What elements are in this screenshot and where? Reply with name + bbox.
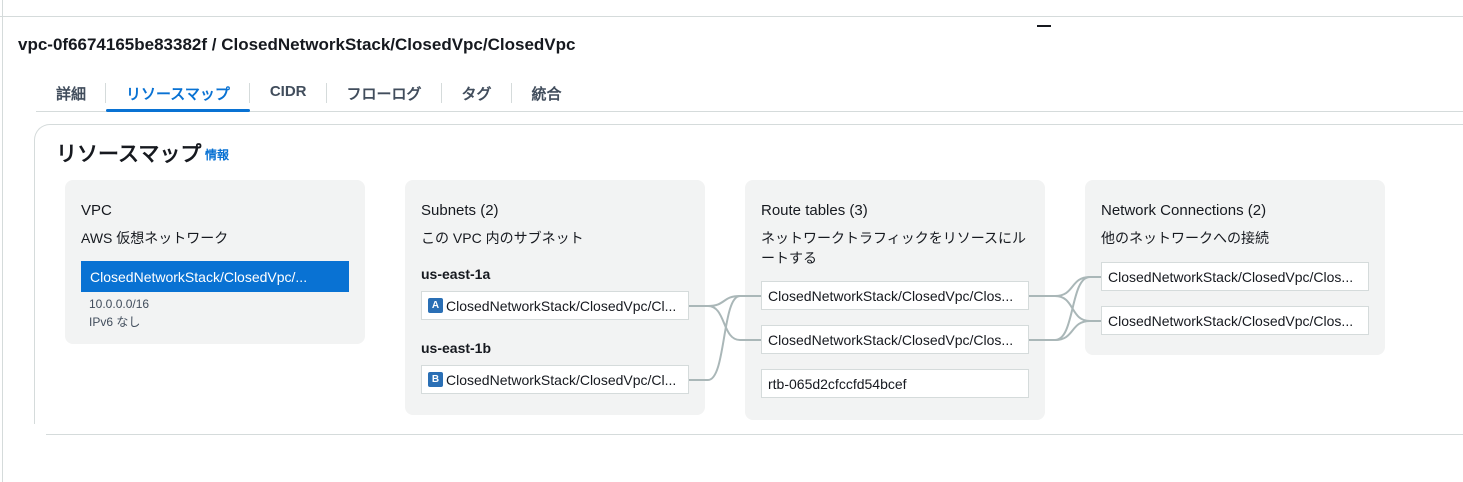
tab-cidr[interactable]: CIDR (250, 78, 327, 111)
vpc-cidr: 10.0.0.0/16 (89, 297, 150, 311)
subnet-item[interactable]: B ClosedNetworkStack/ClosedVpc/Cl... (421, 365, 689, 394)
network-connection-item-label: ClosedNetworkStack/ClosedVpc/Clos... (1108, 268, 1354, 285)
route-tables-subtitle-line1: ネットワークトラフィックをリソースにル (761, 230, 1027, 246)
tab-flow-logs[interactable]: フローログ (327, 78, 442, 111)
network-connections-subtitle: 他のネットワークへの接続 (1101, 230, 1269, 246)
tab-integrations[interactable]: 統合 (512, 78, 582, 111)
subnets-subtitle: この VPC 内のサブネット (421, 230, 584, 246)
route-table-item-label: ClosedNetworkStack/ClosedVpc/Clos... (768, 331, 1014, 348)
az-label: us-east-1a (421, 266, 491, 282)
tab-label: タグ (461, 86, 492, 103)
route-table-item[interactable]: ClosedNetworkStack/ClosedVpc/Clos... (761, 281, 1029, 310)
vpc-ipv6: IPv6 なし (89, 315, 141, 329)
network-connections-title: Network Connections (2) (1101, 202, 1267, 219)
info-link[interactable]: 情報 (205, 146, 229, 163)
route-table-item-label: ClosedNetworkStack/ClosedVpc/Clos... (768, 287, 1014, 304)
network-connection-item[interactable]: ClosedNetworkStack/ClosedVpc/Clos... (1101, 306, 1369, 335)
tab-label: CIDR (269, 83, 307, 100)
minimize-icon[interactable] (1036, 22, 1052, 30)
tab-details[interactable]: 詳細 (36, 78, 107, 111)
tab-label: 詳細 (56, 86, 87, 103)
panel-title: リソースマップ (56, 143, 202, 166)
vpc-item[interactable]: ClosedNetworkStack/ClosedVpc/... (81, 261, 349, 292)
tab-label: リソースマップ (126, 86, 230, 103)
panel-divider (46, 434, 1463, 435)
tab-tags[interactable]: タグ (442, 78, 512, 111)
tab-label: フローログ (346, 86, 422, 103)
tab-label: 統合 (531, 86, 562, 103)
vpc-subtitle: AWS 仮想ネットワーク (81, 230, 229, 246)
route-table-item[interactable]: ClosedNetworkStack/ClosedVpc/Clos... (761, 325, 1029, 354)
route-table-item[interactable]: rtb-065d2cfccfd54bcef (761, 369, 1029, 398)
vpc-title: VPC (81, 202, 112, 219)
top-divider (0, 16, 1463, 17)
route-tables-title: Route tables (3) (761, 202, 868, 219)
az-a-icon: A (428, 298, 443, 313)
network-connection-item-label: ClosedNetworkStack/ClosedVpc/Clos... (1108, 312, 1354, 329)
tab-resource-map[interactable]: リソースマップ (106, 78, 250, 112)
subnet-item-label: ClosedNetworkStack/ClosedVpc/Cl... (446, 371, 677, 388)
az-label: us-east-1b (421, 340, 492, 356)
network-connection-item[interactable]: ClosedNetworkStack/ClosedVpc/Clos... (1101, 262, 1369, 291)
subnet-item-label: ClosedNetworkStack/ClosedVpc/Cl... (446, 297, 677, 314)
route-table-item-label: rtb-065d2cfccfd54bcef (768, 375, 907, 392)
left-divider (2, 0, 3, 482)
vpc-item-label: ClosedNetworkStack/ClosedVpc/... (90, 268, 308, 285)
subnets-title: Subnets (2) (421, 202, 499, 219)
page-title: vpc-0f6674165be83382f / ClosedNetworkSta… (18, 35, 576, 54)
route-tables-subtitle-line2: ートする (761, 250, 817, 266)
subnet-item[interactable]: A ClosedNetworkStack/ClosedVpc/Cl... (421, 291, 689, 320)
az-b-icon: B (428, 372, 443, 387)
tab-bar: 詳細 リソースマップ CIDR フローログ タグ 統合 (36, 78, 1463, 112)
